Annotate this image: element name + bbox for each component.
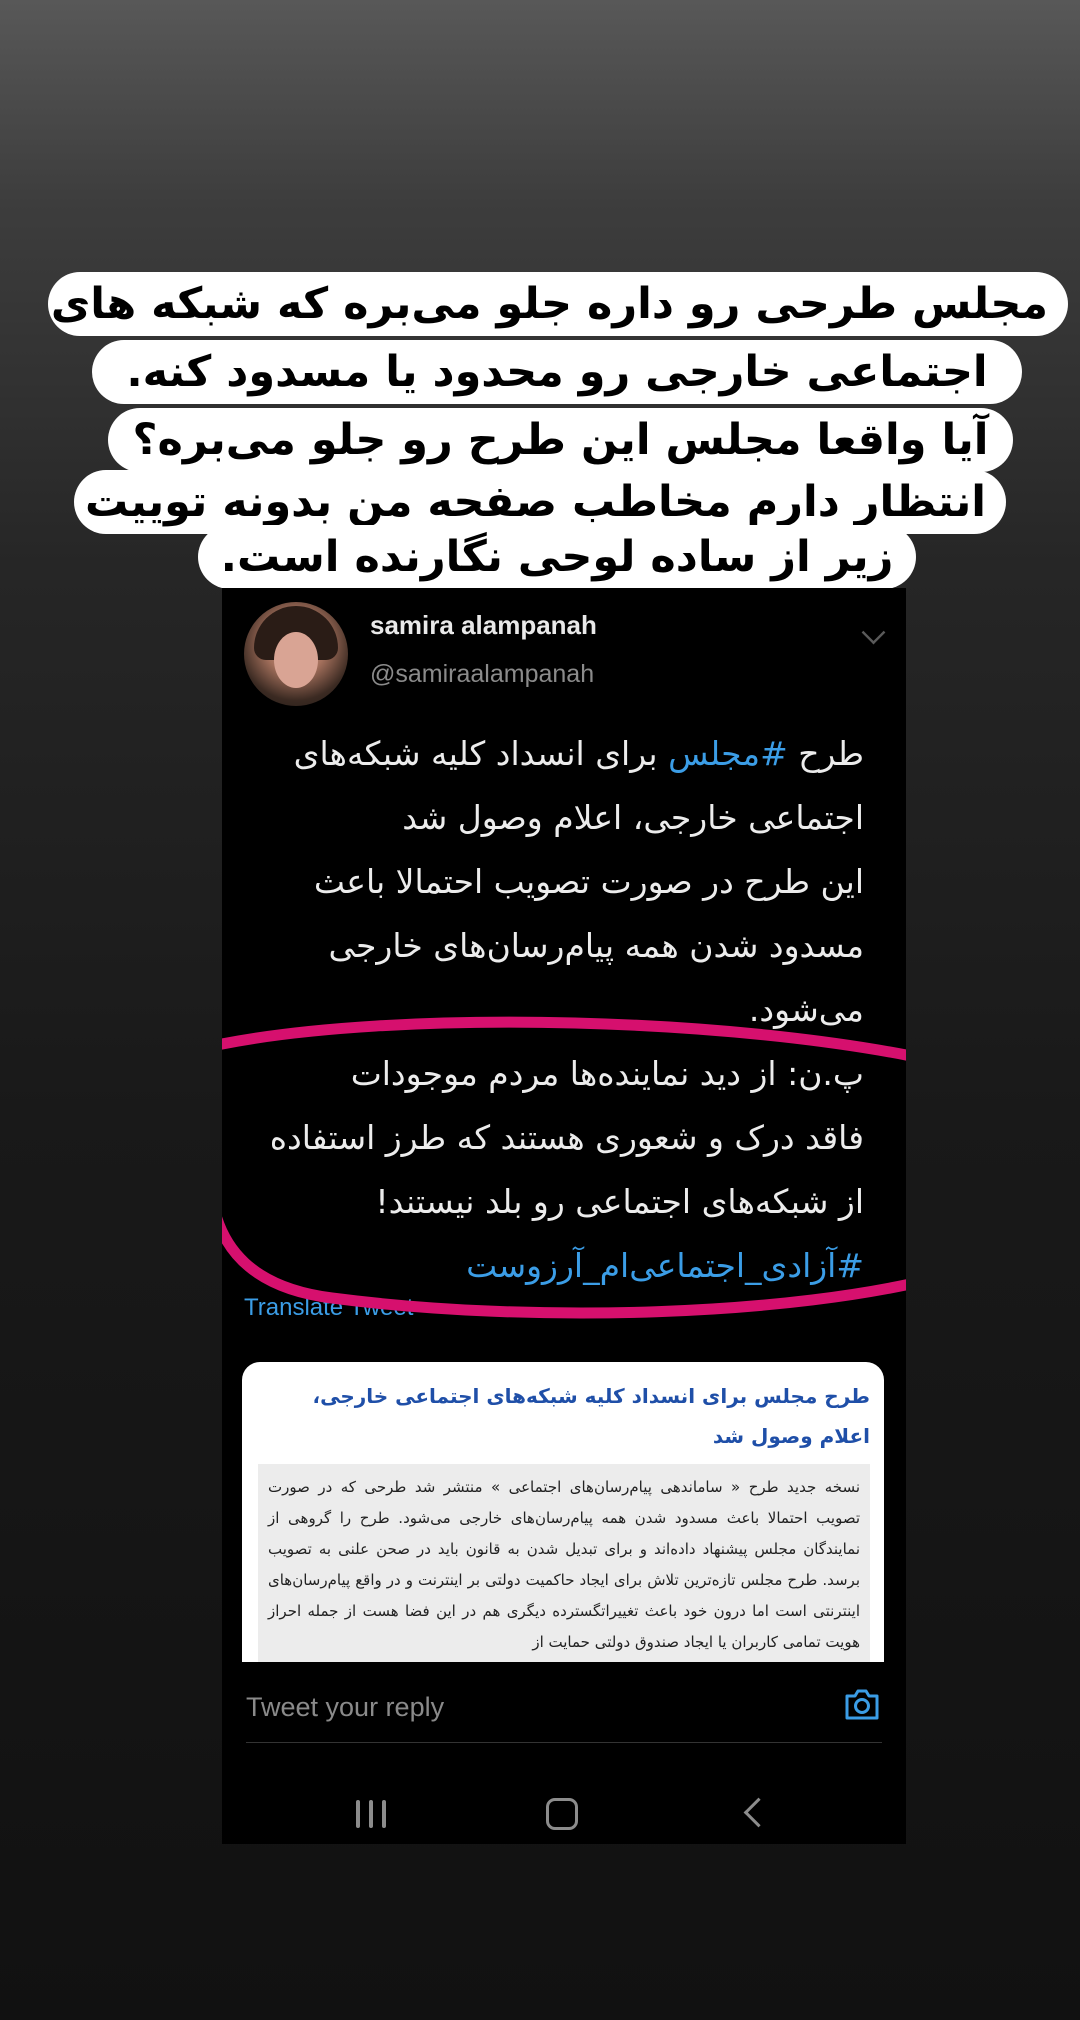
tweet-line: از شبکه‌های اجتماعی رو بلد نیستند! <box>375 1182 864 1221</box>
tweet-line: طرح #مجلس برای انسداد کلیه شبکه‌های <box>242 722 864 786</box>
chevron-down-icon[interactable] <box>861 620 886 645</box>
tweet-line: اجتماعی خارجی، اعلام وصول شد <box>402 798 864 837</box>
avatar-face <box>274 632 318 688</box>
tweet-screenshot: samira alampanah @samiraalampanah طرح #م… <box>222 588 906 1844</box>
reply-input[interactable]: Tweet your reply <box>246 1692 444 1723</box>
caption-line: مجلس طرحی رو داره جلو می‌بره که شبکه های <box>48 272 1068 336</box>
caption-line: اجتماعی خارجی رو محدود یا مسدود کنه. <box>92 340 1022 404</box>
link-preview-card[interactable]: طرح مجلس برای انسداد کلیه شبکه‌های اجتما… <box>242 1362 884 1662</box>
tweet-text-fragment: طرح <box>787 734 864 773</box>
tweet-line: این طرح در صورت تصویب احتمالا باعث <box>313 862 864 901</box>
link-card-title[interactable]: طرح مجلس برای انسداد کلیه شبکه‌های اجتما… <box>258 1376 870 1456</box>
recents-icon[interactable] <box>354 1800 388 1828</box>
home-icon[interactable] <box>546 1798 578 1830</box>
display-name[interactable]: samira alampanah <box>370 610 597 641</box>
tweet-text-fragment: برای انسداد کلیه شبکه‌های <box>293 734 669 773</box>
user-handle[interactable]: @samiraalampanah <box>370 660 594 689</box>
tweet-line: فاقد درک و شعوری هستند که طرز استفاده <box>269 1118 864 1157</box>
avatar[interactable] <box>244 602 348 706</box>
tweet-line: می‌شود. <box>748 990 864 1029</box>
system-nav-bar <box>222 1758 906 1844</box>
camera-icon[interactable] <box>842 1684 882 1724</box>
hashtag-link[interactable]: #مجلس <box>668 734 788 773</box>
tweet-line: پ.ن: از دید نماینده‌ها مردم موجودات <box>350 1054 864 1093</box>
tweet-line: مسدود شدن همه پیام‌رسان‌های خارجی <box>328 926 865 965</box>
caption-line: زیر از ساده لوحی نگارنده است. <box>198 525 916 589</box>
tweet-text: طرح #مجلس برای انسداد کلیه شبکه‌های اجتم… <box>242 722 864 1298</box>
link-card-excerpt: نسخه جدید طرح « ساماندهی پیام‌رسان‌های ا… <box>258 1464 870 1662</box>
translate-tweet-link[interactable]: Translate Tweet <box>244 1294 413 1322</box>
hashtag-link[interactable]: #آزادی_اجتماعی‌ام_آرزوست <box>242 1234 864 1298</box>
caption-line: آیا واقعا مجلس این طرح رو جلو می‌بره؟ <box>108 408 1013 472</box>
back-icon[interactable] <box>743 1797 774 1828</box>
reply-divider <box>246 1742 882 1743</box>
reply-bar: Tweet your reply <box>222 1662 906 1758</box>
story-caption: مجلس طرحی رو داره جلو می‌بره که شبکه های… <box>0 0 1080 610</box>
